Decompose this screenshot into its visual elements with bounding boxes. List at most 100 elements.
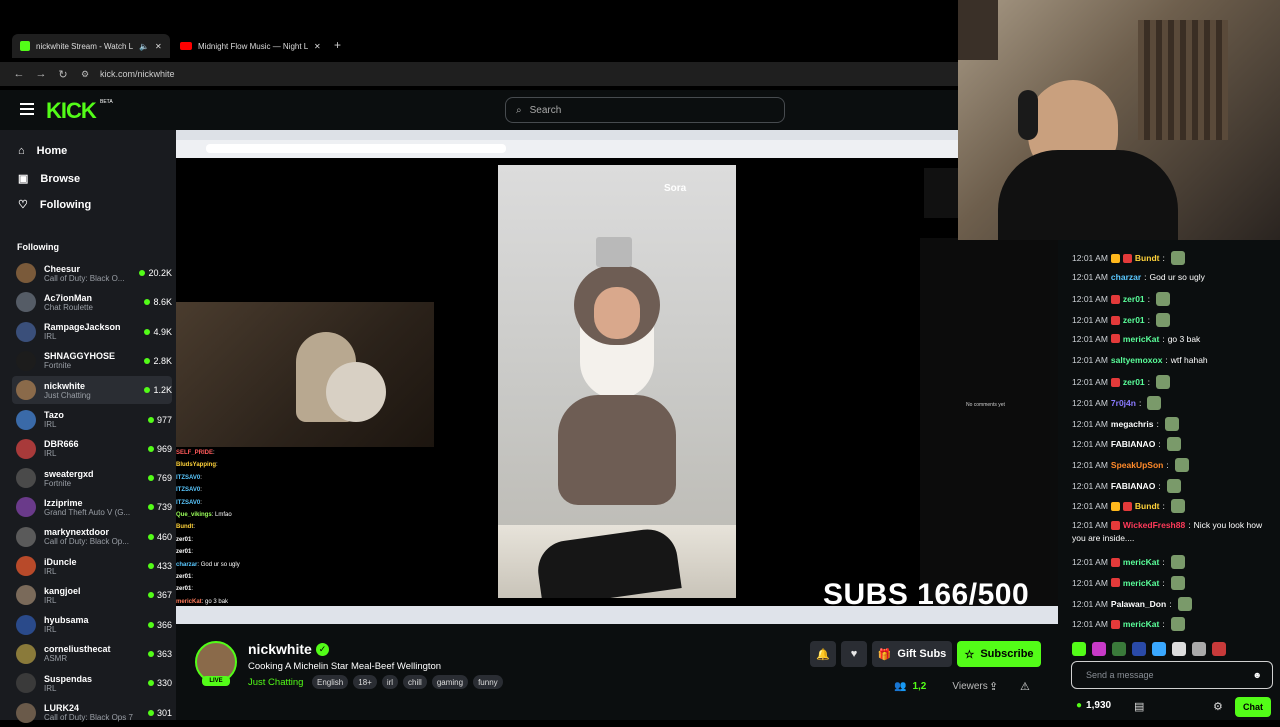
tag[interactable]: English bbox=[312, 675, 349, 689]
chat-username[interactable]: SpeakUpSon bbox=[1111, 460, 1163, 470]
tag[interactable]: gaming bbox=[431, 675, 469, 689]
chat-username[interactable]: charzar bbox=[1111, 272, 1141, 282]
sidebar-channel-suspendas[interactable]: Suspendas IRL 330 bbox=[12, 669, 172, 697]
sidebar-channel-tazo[interactable]: Tazo IRL 977 bbox=[12, 406, 172, 434]
chat-username[interactable]: FABIANAO bbox=[1111, 481, 1155, 491]
sidebar-channel-ac7ionman[interactable]: Ac7ionMan Chat Roulette 8.6K bbox=[12, 288, 172, 316]
channel-points[interactable]: ● 1,930 bbox=[1076, 700, 1111, 711]
viewer-count: 2.8K bbox=[144, 356, 172, 366]
emote-icon[interactable] bbox=[1152, 642, 1166, 656]
mute-icon[interactable]: 🔈 bbox=[139, 42, 149, 51]
emote-icon[interactable] bbox=[1192, 642, 1206, 656]
sidebar-nav-home[interactable]: ⌂ Home bbox=[18, 145, 67, 157]
emote-icon[interactable] bbox=[1112, 642, 1126, 656]
chat-input[interactable]: Send a message ☻ bbox=[1071, 661, 1273, 689]
chat-username[interactable]: Bundt bbox=[1135, 253, 1160, 263]
tab-title: nickwhite Stream - Watch L bbox=[36, 41, 134, 51]
chat-send-button[interactable]: Chat bbox=[1235, 697, 1271, 717]
live-dot-icon bbox=[147, 563, 154, 569]
chat-username[interactable]: mericKat bbox=[1123, 557, 1159, 567]
sidebar-nav-browse[interactable]: ▣ Browse bbox=[18, 172, 80, 186]
reload-icon[interactable]: ↻ bbox=[52, 68, 74, 81]
chat-username[interactable]: mericKat bbox=[1123, 334, 1159, 344]
url-field[interactable]: kick.com/nickwhite bbox=[100, 69, 175, 79]
sidebar-channel-cheesur[interactable]: Cheesur Call of Duty: Black O... 20.2K bbox=[12, 259, 172, 287]
chat-username[interactable]: FABIANAO bbox=[1111, 439, 1155, 449]
chat-username[interactable]: zer01 bbox=[1123, 315, 1145, 325]
emoji-icon[interactable]: ☻ bbox=[1253, 670, 1262, 680]
settings-icon[interactable]: ⚙ bbox=[1213, 700, 1223, 713]
tag[interactable]: 18+ bbox=[353, 675, 377, 689]
avatar bbox=[16, 643, 36, 664]
sidebar-channel-lurk24[interactable]: LURK24 Call of Duty: Black Ops 7 301 bbox=[12, 699, 172, 727]
avatar bbox=[16, 497, 36, 518]
gift-subs-button[interactable]: 🎁 Gift Subs bbox=[872, 641, 952, 667]
chat-username[interactable]: mericKat bbox=[1123, 578, 1159, 588]
tag[interactable]: funny bbox=[473, 675, 503, 689]
emote-icon[interactable] bbox=[1212, 642, 1226, 656]
nav-label: Following bbox=[39, 198, 92, 211]
emote-icon[interactable] bbox=[1072, 642, 1086, 656]
sidebar-channel-hyubsama[interactable]: hyubsama IRL 366 bbox=[12, 611, 172, 639]
channel-name: Tazo bbox=[44, 410, 64, 420]
chat-username[interactable]: saltyemoxox bbox=[1111, 355, 1163, 365]
viewer-count: 460 bbox=[147, 532, 172, 542]
site-info-icon[interactable]: ⚙ bbox=[74, 69, 96, 80]
chat-username[interactable]: Palawan_Don bbox=[1111, 599, 1166, 609]
chat-username[interactable]: mericKat bbox=[1123, 619, 1159, 629]
chat-username[interactable]: WickedFresh88 bbox=[1123, 520, 1185, 530]
report-icon[interactable]: ⚠ bbox=[1020, 680, 1030, 693]
sidebar-channel-iduncle[interactable]: iDuncle IRL 433 bbox=[12, 552, 172, 580]
gift-icon: 🎁 bbox=[877, 648, 892, 661]
overlay-chat-user: zer01 bbox=[176, 536, 192, 543]
search-icon: ⌕ bbox=[516, 104, 522, 116]
follow-button[interactable]: ♥ bbox=[841, 641, 867, 667]
channel-name: DBR666 bbox=[44, 439, 79, 450]
store-icon[interactable]: ▤ bbox=[1134, 700, 1144, 713]
tag[interactable]: irl bbox=[381, 675, 399, 689]
browser-tab-youtube[interactable]: Midnight Flow Music — Night L ✕ bbox=[172, 34, 330, 58]
new-tab-button[interactable]: + bbox=[334, 38, 341, 52]
menu-icon[interactable] bbox=[20, 103, 34, 115]
sidebar-nav-following[interactable]: ♡ Following bbox=[18, 198, 92, 212]
notification-button[interactable]: 🔔 bbox=[810, 641, 836, 667]
sidebar-channel-kangjoel[interactable]: kangjoel IRL 367 bbox=[12, 581, 172, 609]
browser-tab-kick[interactable]: nickwhite Stream - Watch L 🔈 ✕ bbox=[12, 34, 170, 58]
sidebar-channel-dbr666[interactable]: DBR666 IRL 969 bbox=[12, 435, 172, 463]
sidebar-channel-rampagejackson[interactable]: RampageJackson IRL 4.9K bbox=[12, 318, 172, 346]
share-icon[interactable]: ⇪ bbox=[989, 680, 998, 693]
chat-username[interactable]: zer01 bbox=[1123, 294, 1145, 304]
chat-username[interactable]: megachris bbox=[1111, 419, 1154, 429]
chat-message: 12:01 AM FABIANAO: bbox=[1072, 437, 1181, 452]
close-icon[interactable]: ✕ bbox=[314, 42, 321, 51]
sidebar-channel-nickwhite[interactable]: nickwhite Just Chatting 1.2K bbox=[12, 376, 172, 405]
sidebar-channel-shnaggyhose[interactable]: SHNAGGYHOSE Fortnite 2.8K bbox=[12, 347, 172, 375]
channel-name[interactable]: nickwhite bbox=[248, 641, 312, 657]
channel-category: IRL bbox=[44, 332, 57, 342]
emote-icon[interactable] bbox=[1172, 642, 1186, 656]
overlay-chat-user: mericKat bbox=[176, 598, 202, 605]
search-input[interactable]: ⌕ Search bbox=[505, 97, 785, 123]
subscribe-button[interactable]: ☆ Subscribe bbox=[957, 641, 1041, 667]
forward-icon[interactable]: → bbox=[30, 68, 52, 80]
sidebar-channel-izziprime[interactable]: Izziprime Grand Theft Auto V (G... 739 bbox=[12, 493, 172, 521]
live-dot-icon bbox=[147, 416, 154, 423]
category-link[interactable]: Just Chatting bbox=[248, 677, 303, 688]
live-dot-icon bbox=[147, 533, 154, 540]
live-dot-icon bbox=[147, 709, 154, 716]
chat-username[interactable]: zer01 bbox=[1123, 377, 1145, 387]
close-icon[interactable]: ✕ bbox=[155, 42, 162, 51]
emote-icon[interactable] bbox=[1132, 642, 1146, 656]
chat-username[interactable]: Bundt bbox=[1135, 501, 1160, 511]
tag[interactable]: chill bbox=[403, 675, 427, 689]
back-icon[interactable]: ← bbox=[8, 68, 30, 80]
viewer-count: 330 bbox=[147, 678, 172, 688]
video-player[interactable]: Sora No comments yet SELF_PRIDE: BludsYa… bbox=[176, 130, 1058, 624]
sidebar-channel-sweatergxd[interactable]: sweatergxd Fortnite 769 bbox=[12, 464, 172, 492]
sidebar-channel-corneliusthecat[interactable]: corneliusthecat ASMR 363 bbox=[12, 640, 172, 668]
kick-logo[interactable]: KICK bbox=[46, 98, 97, 124]
chat-username[interactable]: 7r0j4n bbox=[1111, 398, 1136, 408]
emote-icon[interactable] bbox=[1092, 642, 1106, 656]
sidebar-channel-markynextdoor[interactable]: markynextdoor Call of Duty: Black Op... … bbox=[12, 523, 172, 551]
viewer-count: 20.2K bbox=[139, 268, 172, 278]
